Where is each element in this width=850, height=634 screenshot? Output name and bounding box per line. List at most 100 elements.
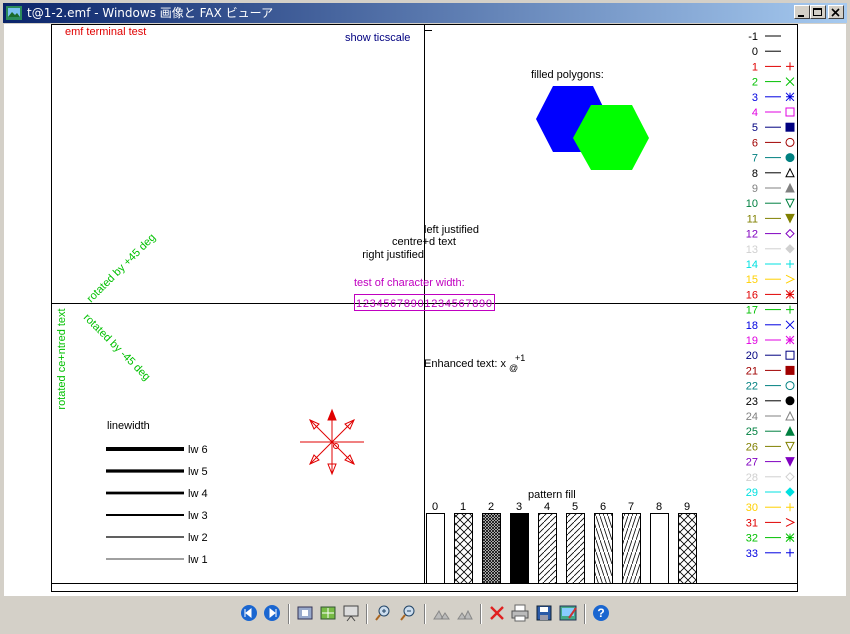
point-marker (785, 426, 795, 436)
point-type-label: 28 (746, 472, 758, 484)
rotate-counterclockwise-button[interactable] (454, 602, 476, 624)
point-marker (785, 153, 795, 163)
point-marker (785, 228, 795, 239)
linewidth-label: lw 3 (188, 510, 208, 522)
point-type-label: 30 (746, 502, 758, 514)
point-type-label: 29 (746, 487, 758, 499)
next-image-button[interactable] (261, 602, 283, 624)
point-type-label: 15 (746, 274, 758, 286)
point-marker (785, 381, 795, 391)
point-marker (785, 77, 795, 86)
point-type-label: 8 (752, 168, 758, 180)
maximize-button[interactable] (810, 5, 826, 19)
pattern-swatch (510, 513, 529, 584)
pattern-swatch (678, 513, 697, 584)
point-marker (786, 548, 794, 557)
point-marker (785, 122, 795, 132)
point-type-label: 2 (752, 77, 758, 89)
point-marker (785, 213, 795, 224)
emf-plot: emf terminal test show ticscale filled p… (51, 24, 798, 592)
centred-text-label: centre+d text (392, 236, 456, 248)
point-marker (785, 335, 795, 345)
linewidth-label: lw 4 (188, 488, 208, 500)
point-type-label: 25 (746, 426, 758, 438)
linewidth-label: lw 6 (188, 444, 208, 456)
point-type-label: 9 (752, 183, 758, 195)
point-marker (785, 457, 795, 467)
point-marker (785, 441, 795, 452)
image-canvas: emf terminal test show ticscale filled p… (4, 24, 846, 596)
point-marker (785, 198, 795, 209)
delete-icon (490, 606, 504, 620)
pattern-label: 8 (656, 501, 662, 513)
print-button[interactable] (509, 602, 531, 624)
point-marker (786, 305, 794, 314)
save-button[interactable] (533, 602, 555, 624)
point-type-label: -1 (748, 31, 758, 43)
linewidth-label: lw 5 (188, 466, 208, 478)
point-marker (785, 290, 795, 299)
delete-button[interactable] (486, 602, 508, 624)
char-width-title: test of character width: (354, 277, 465, 289)
best-fit-button[interactable] (294, 602, 316, 624)
maximize-icon (813, 8, 822, 16)
point-marker (785, 533, 795, 542)
point-type-label: 14 (746, 259, 758, 271)
open-editor-button[interactable] (557, 602, 579, 624)
next-icon (264, 605, 280, 621)
point-type-label: 24 (746, 411, 758, 423)
point-marker (785, 137, 795, 147)
rotate-clockwise-button[interactable] (430, 602, 452, 624)
point-type-label: 27 (746, 457, 758, 469)
rotated-minus45-text: rotated by -45 deg (81, 312, 153, 384)
char-width-sample: 12345678901234567890 (356, 298, 492, 310)
best-fit-icon (297, 606, 313, 620)
slideshow-button[interactable] (340, 602, 362, 624)
linewidth-label: lw 1 (188, 554, 208, 566)
slideshow-icon (343, 605, 359, 622)
right-justified-label: right justified (362, 249, 424, 261)
save-icon (536, 605, 552, 621)
pattern-label: 3 (516, 501, 522, 513)
point-marker (785, 320, 795, 330)
linewidth-title: linewidth (107, 420, 150, 432)
point-marker (786, 260, 794, 268)
arrow-star (300, 408, 364, 476)
point-type-label: 31 (746, 517, 758, 529)
pattern-swatch (482, 513, 501, 584)
prev-icon (241, 605, 257, 621)
print-icon (511, 604, 529, 622)
pattern-swatch (538, 513, 557, 584)
point-marker (785, 517, 796, 527)
left-justified-label: left justified (424, 224, 479, 236)
zoom-in-icon (375, 605, 390, 621)
actual-size-button[interactable] (317, 602, 339, 624)
linewidth-samples: lw 6 lw 5 lw 4 lw 3 lw 2 lw 1 (106, 444, 208, 566)
zoom-in-button[interactable] (372, 602, 394, 624)
point-marker (785, 92, 795, 102)
previous-image-button[interactable] (238, 602, 260, 624)
point-marker (786, 62, 794, 71)
point-type-label: 4 (752, 107, 758, 119)
viewer-toolbar: ? (0, 598, 850, 630)
svg-text:?: ? (597, 606, 604, 620)
zoom-out-button[interactable] (397, 602, 419, 624)
point-type-label: 26 (746, 441, 758, 453)
help-button[interactable]: ? (590, 602, 612, 624)
edit-icon (559, 605, 577, 621)
pattern-label: 1 (460, 501, 466, 513)
point-marker (785, 107, 795, 117)
close-button[interactable] (828, 5, 844, 19)
point-type-legend: -101234567891011121314151617181920212223… (746, 31, 796, 560)
pattern-label: 6 (600, 501, 606, 513)
pattern-fill-samples: 0 1 2 3 4 5 6 7 8 9 (426, 501, 697, 584)
point-marker (786, 503, 794, 512)
terminal-test-label: emf terminal test (65, 26, 146, 38)
point-marker (785, 487, 795, 497)
minimize-button[interactable] (794, 5, 810, 19)
title-bar[interactable]: t@1-2.emf - Windows 画像と FAX ビューア (3, 3, 847, 23)
pattern-label: 7 (628, 501, 634, 513)
point-marker (785, 396, 795, 406)
point-type-label: 3 (752, 92, 758, 104)
point-type-label: 6 (752, 137, 758, 149)
